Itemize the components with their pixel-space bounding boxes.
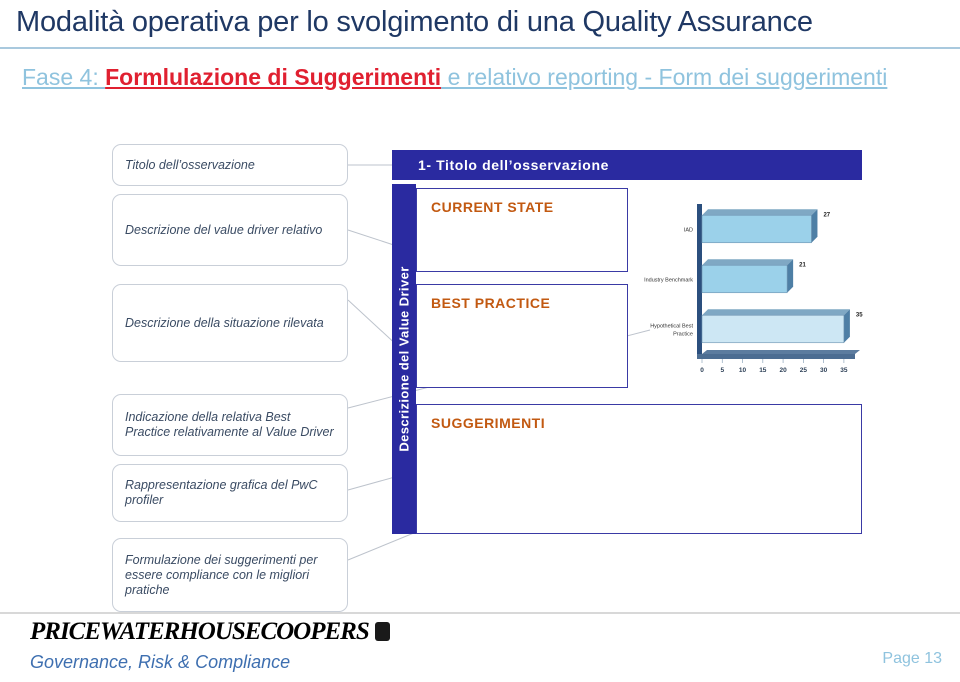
annotation-text: Rappresentazione grafica del PwC profile… xyxy=(125,478,318,507)
panel-best-practice: BEST PRACTICE xyxy=(416,284,628,388)
annotation-box-situazione: Descrizione della situazione rilevata xyxy=(112,284,348,362)
svg-text:15: 15 xyxy=(759,367,767,374)
panel-title: CURRENT STATE xyxy=(431,199,554,215)
panel-title: BEST PRACTICE xyxy=(431,295,551,311)
svg-text:25: 25 xyxy=(800,367,808,374)
svg-text:30: 30 xyxy=(820,367,828,374)
panel-current-state: CURRENT STATE xyxy=(416,188,628,272)
value-driver-band-label: Descrizione del Value Driver xyxy=(396,266,412,452)
annotation-box-titolo: Titolo dell’osservazione xyxy=(112,144,348,186)
annotation-box-suggerimenti: Formulazione dei suggerimenti per essere… xyxy=(112,538,348,612)
svg-text:Industry Benchmark: Industry Benchmark xyxy=(644,278,693,284)
bar-chart-svg: IAD 27 Industry Benchmark 21 Hypothetical Be… xyxy=(644,204,863,374)
svg-text:20: 20 xyxy=(779,367,787,374)
svg-text:21: 21 xyxy=(799,262,806,268)
annotation-box-value-driver: Descrizione del value driver relativo xyxy=(112,194,348,266)
form-header-bar: 1- Titolo dell’osservazione xyxy=(392,150,862,180)
annotation-text: Indicazione della relativa Best Practice… xyxy=(125,410,334,439)
svg-text:5: 5 xyxy=(720,367,724,374)
svg-text:Hypothetical Best: Hypothetical Best xyxy=(650,324,693,330)
svg-text:0: 0 xyxy=(700,367,704,374)
annotation-text: Descrizione della situazione rilevata xyxy=(125,315,324,330)
value-driver-band: Descrizione del Value Driver xyxy=(392,184,416,534)
svg-text:10: 10 xyxy=(739,367,747,374)
annotation-text: Formulazione dei suggerimenti per essere… xyxy=(125,552,318,597)
svg-text:Practice: Practice xyxy=(673,332,693,338)
panel-title: SUGGERIMENTI xyxy=(431,415,546,431)
annotation-text: Titolo dell’osservazione xyxy=(125,157,255,172)
annotation-box-best-practice: Indicazione della relativa Best Practice… xyxy=(112,394,348,456)
annotation-text: Descrizione del value driver relativo xyxy=(125,222,323,237)
svg-text:35: 35 xyxy=(856,312,863,318)
form-header-title: 1- Titolo dell’osservazione xyxy=(418,157,609,173)
svg-text:35: 35 xyxy=(840,367,848,374)
annotation-box-profiler: Rappresentazione grafica del PwC profile… xyxy=(112,464,348,522)
svg-text:27: 27 xyxy=(823,212,830,218)
pwc-profiler-chart: IAD 27 Industry Benchmark 21 Hypothetical Be… xyxy=(640,196,868,386)
panel-suggerimenti: SUGGERIMENTI xyxy=(416,404,862,534)
svg-text:IAD: IAD xyxy=(684,228,693,234)
